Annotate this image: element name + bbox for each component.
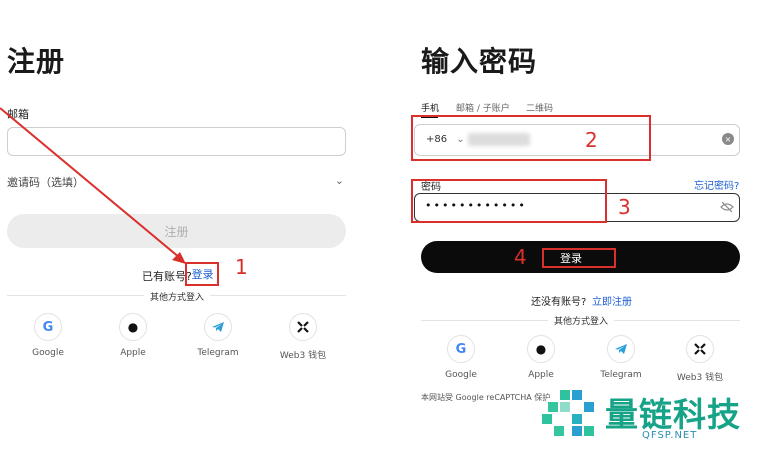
annotation-box-4 xyxy=(542,248,616,268)
social-label: Google xyxy=(445,370,477,380)
watermark-logo xyxy=(542,390,594,436)
tab-phone[interactable]: 手机 xyxy=(421,101,439,114)
clear-icon[interactable]: × xyxy=(722,133,734,145)
page-title-password: 输入密码 xyxy=(421,45,538,78)
eye-off-icon[interactable] xyxy=(720,200,734,214)
web3-wallet-icon xyxy=(686,335,714,363)
telegram-login-button[interactable]: Telegram xyxy=(591,335,651,380)
apple-login-button[interactable]: ● Apple xyxy=(511,335,571,380)
annotation-box-1 xyxy=(185,262,219,286)
social-label: Telegram xyxy=(600,370,642,380)
annotation-number-1: 1 xyxy=(235,255,248,279)
social-label: Apple xyxy=(528,370,554,380)
web3-wallet-login-button[interactable]: Web3 钱包 xyxy=(670,335,730,383)
annotation-number-3: 3 xyxy=(618,195,631,219)
recaptcha-note: 本网站受 Google reCAPTCHA 保护 xyxy=(421,393,551,402)
google-login-button[interactable]: G Google xyxy=(431,335,491,380)
google-icon: G xyxy=(447,335,475,363)
watermark-name: 量链科技 xyxy=(605,395,741,434)
annotation-number-4: 4 xyxy=(514,245,527,269)
forgot-password-link[interactable]: 忘记密码? xyxy=(694,177,739,192)
annotation-box-2 xyxy=(411,115,651,161)
social-label: Web3 钱包 xyxy=(676,373,724,383)
watermark-domain: QFSP.NET xyxy=(642,430,698,441)
no-account-text: 还没有账号? xyxy=(531,297,587,308)
annotation-arrow xyxy=(0,107,186,264)
apple-icon: ● xyxy=(527,335,555,363)
other-methods-label: 其他方式登入 xyxy=(548,314,615,327)
annotation-box-3 xyxy=(411,179,607,223)
annotation-number-2: 2 xyxy=(585,128,598,152)
tab-qrcode[interactable]: 二维码 xyxy=(526,101,553,114)
tab-email-subaccount[interactable]: 邮箱 / 子账户 xyxy=(456,101,510,114)
telegram-icon xyxy=(607,335,635,363)
signup-link[interactable]: 立即注册 xyxy=(592,293,632,308)
